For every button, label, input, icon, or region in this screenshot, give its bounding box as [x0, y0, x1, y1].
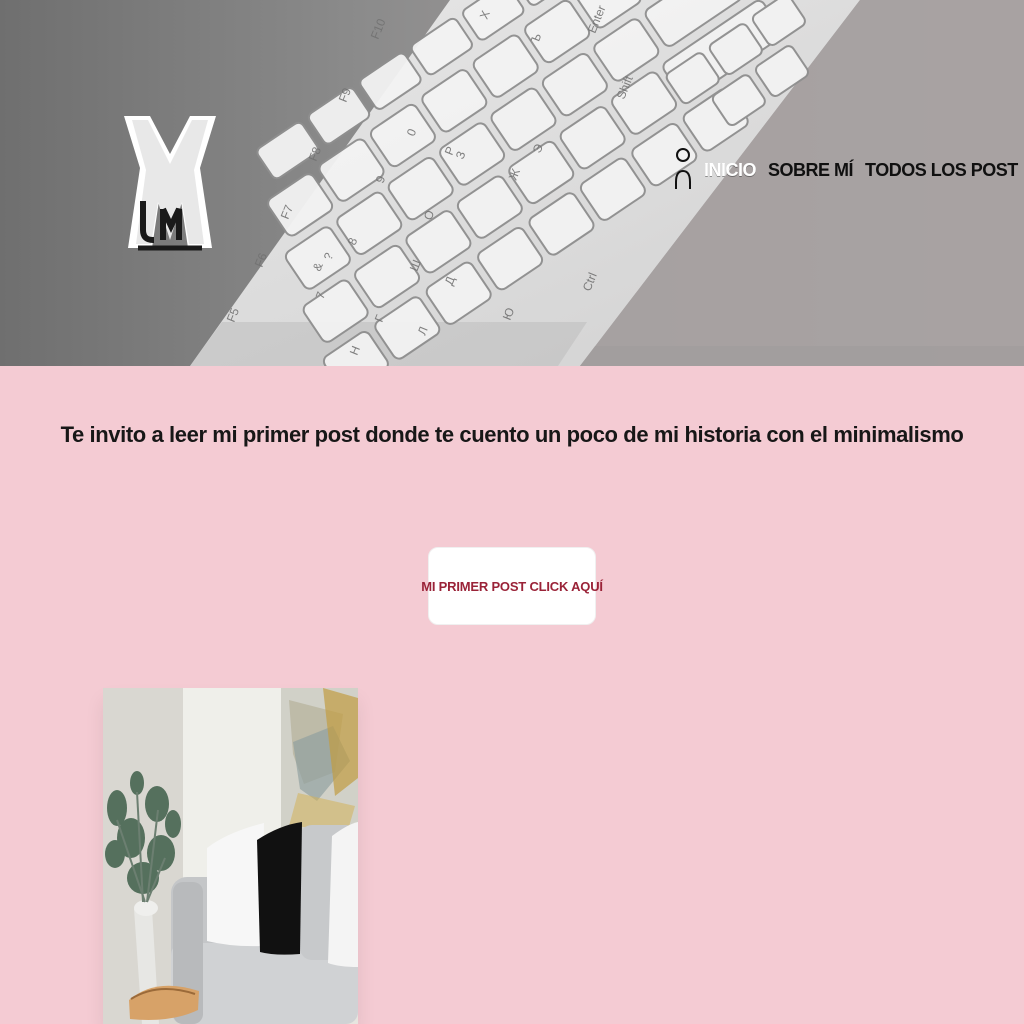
hero-header: F5 F6 F7 F8 F9 F10 Enter Shift Ctrl Х Ъ …: [0, 0, 1024, 366]
nav-sobre-mi[interactable]: SOBRE MÍ: [768, 161, 854, 179]
living-room-image: [103, 688, 358, 1024]
jm-logo[interactable]: JM: [120, 112, 220, 254]
main-navigation: INICIO SOBRE MÍ TODOS LOS POST: [674, 143, 1018, 197]
nav-todos-los-post[interactable]: TODOS LOS POST: [865, 161, 1018, 179]
intro-title: Te invito a leer mi primer post donde te…: [60, 422, 964, 447]
first-post-button[interactable]: MI PRIMER POST CLICK AQUÍ: [421, 547, 603, 625]
nav-inicio[interactable]: INICIO: [704, 161, 757, 179]
featured-living-room-image[interactable]: [103, 688, 358, 1024]
user-icon[interactable]: [674, 143, 692, 197]
